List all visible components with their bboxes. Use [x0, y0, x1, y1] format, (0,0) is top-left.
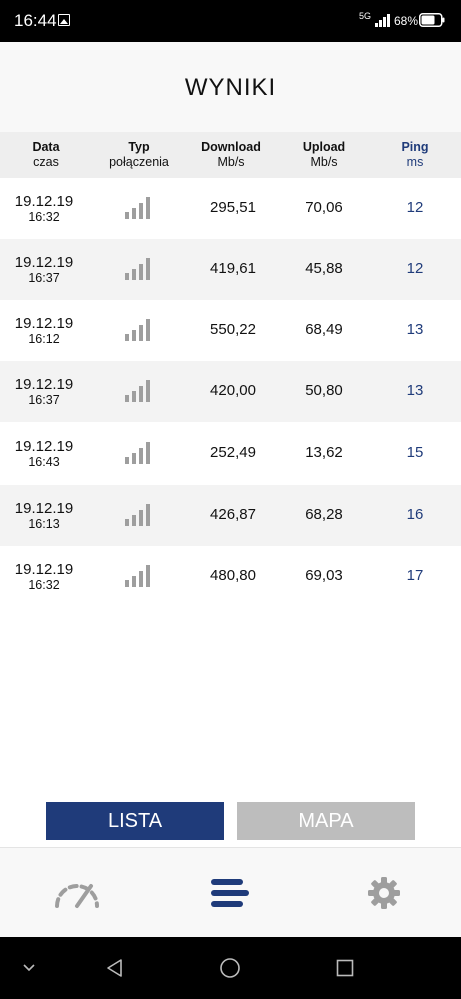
result-date: 19.12.19 [14, 254, 74, 271]
column-upload-title: Upload [302, 140, 346, 154]
result-time: 16:37 [28, 271, 60, 285]
status-bar: 16:44 5G 68% [0, 0, 461, 42]
result-ping: 12 [406, 199, 424, 216]
result-time: 16:43 [28, 455, 60, 469]
signal-icon [125, 504, 150, 526]
result-row[interactable]: 19.12.19 16:37 420,00 50,80 13 [0, 361, 461, 422]
signal-icon [125, 258, 150, 280]
back-icon[interactable] [105, 958, 125, 978]
result-ping: 13 [406, 382, 424, 399]
column-type-sub: połączenia [109, 155, 169, 169]
column-download-sub: Mb/s [217, 155, 245, 169]
result-row[interactable]: 19.12.19 16:32 295,51 70,06 12 [0, 178, 461, 239]
table-header: Data czas Typ połączenia Download Mb/s U… [0, 132, 461, 178]
result-download: 426,87 [210, 506, 256, 523]
battery-percent: 68% [394, 14, 419, 28]
column-type-title: Typ [128, 140, 150, 154]
result-ping: 16 [406, 506, 424, 523]
result-date: 19.12.19 [14, 561, 74, 578]
bottom-nav [0, 847, 461, 937]
result-download: 252,49 [210, 444, 256, 461]
result-time: 16:32 [28, 210, 60, 224]
nav-settings[interactable] [324, 848, 444, 938]
result-date: 19.12.19 [14, 500, 74, 517]
result-row[interactable]: 19.12.19 16:43 252,49 13,62 15 [0, 423, 461, 484]
signal-icon [375, 14, 390, 27]
result-upload: 50,80 [305, 382, 343, 399]
result-datetime: 19.12.19 16:32 [0, 193, 88, 225]
result-download: 420,00 [210, 382, 256, 399]
result-time: 16:32 [28, 578, 60, 592]
result-row[interactable]: 19.12.19 16:12 550,22 68,49 13 [0, 300, 461, 361]
result-time: 16:37 [28, 393, 60, 407]
result-upload: 69,03 [305, 567, 343, 584]
result-upload: 13,62 [305, 444, 343, 461]
result-download: 550,22 [210, 321, 256, 338]
signal-icon [125, 565, 150, 587]
result-upload: 68,49 [305, 321, 343, 338]
column-ping-title: Ping [401, 140, 429, 154]
gear-icon [368, 877, 400, 909]
result-ping: 15 [406, 444, 424, 461]
nav-speedtest[interactable] [17, 848, 137, 938]
result-ping: 12 [406, 260, 424, 277]
result-ping: 13 [406, 321, 424, 338]
signal-icon [125, 380, 150, 402]
lista-button[interactable]: LISTA [46, 802, 224, 840]
column-ping: Ping ms [380, 140, 450, 170]
page-title: WYNIKI [184, 74, 277, 101]
result-row[interactable]: 19.12.19 16:13 426,87 68,28 16 [0, 485, 461, 546]
result-datetime: 19.12.19 16:37 [0, 376, 88, 408]
result-time: 16:13 [28, 517, 60, 531]
result-datetime: 19.12.19 16:32 [0, 561, 88, 593]
column-upload-sub: Mb/s [310, 155, 338, 169]
result-date: 19.12.19 [14, 315, 74, 332]
column-download-title: Download [201, 140, 261, 154]
result-upload: 45,88 [305, 260, 343, 277]
system-nav-bar [0, 937, 461, 999]
signal-icon [125, 442, 150, 464]
column-upload: Upload Mb/s [282, 140, 366, 170]
column-date: Data czas [0, 140, 92, 170]
status-time: 16:44 [14, 11, 57, 30]
result-download: 295,51 [210, 199, 256, 216]
result-download: 480,80 [210, 567, 256, 584]
column-date-sub: czas [33, 155, 59, 169]
list-icon [211, 879, 249, 907]
recents-icon[interactable] [336, 959, 354, 977]
column-ping-sub: ms [406, 155, 424, 169]
result-date: 19.12.19 [14, 438, 74, 455]
result-row[interactable]: 19.12.19 16:32 480,80 69,03 17 [0, 546, 461, 607]
column-type: Typ połączenia [96, 140, 182, 170]
result-row[interactable]: 19.12.19 16:37 419,61 45,88 12 [0, 239, 461, 300]
result-upload: 68,28 [305, 506, 343, 523]
signal-icon [125, 197, 150, 219]
battery-icon [419, 13, 445, 27]
mapa-button[interactable]: MAPA [237, 802, 415, 840]
result-datetime: 19.12.19 16:12 [0, 315, 88, 347]
column-download: Download Mb/s [186, 140, 276, 170]
result-datetime: 19.12.19 16:43 [0, 438, 88, 470]
result-download: 419,61 [210, 260, 256, 277]
result-ping: 17 [406, 567, 424, 584]
image-icon [58, 14, 70, 26]
column-date-title: Data [32, 140, 60, 154]
network-type: 5G [359, 11, 372, 21]
signal-icon [125, 319, 150, 341]
result-upload: 70,06 [305, 199, 343, 216]
result-time: 16:12 [28, 332, 60, 346]
speedometer-icon [55, 884, 99, 908]
nav-results[interactable] [170, 848, 290, 938]
result-date: 19.12.19 [14, 376, 74, 393]
result-datetime: 19.12.19 16:13 [0, 500, 88, 532]
result-date: 19.12.19 [14, 193, 74, 210]
home-icon[interactable] [219, 957, 241, 979]
chevron-down-icon[interactable] [22, 963, 36, 973]
result-datetime: 19.12.19 16:37 [0, 254, 88, 286]
